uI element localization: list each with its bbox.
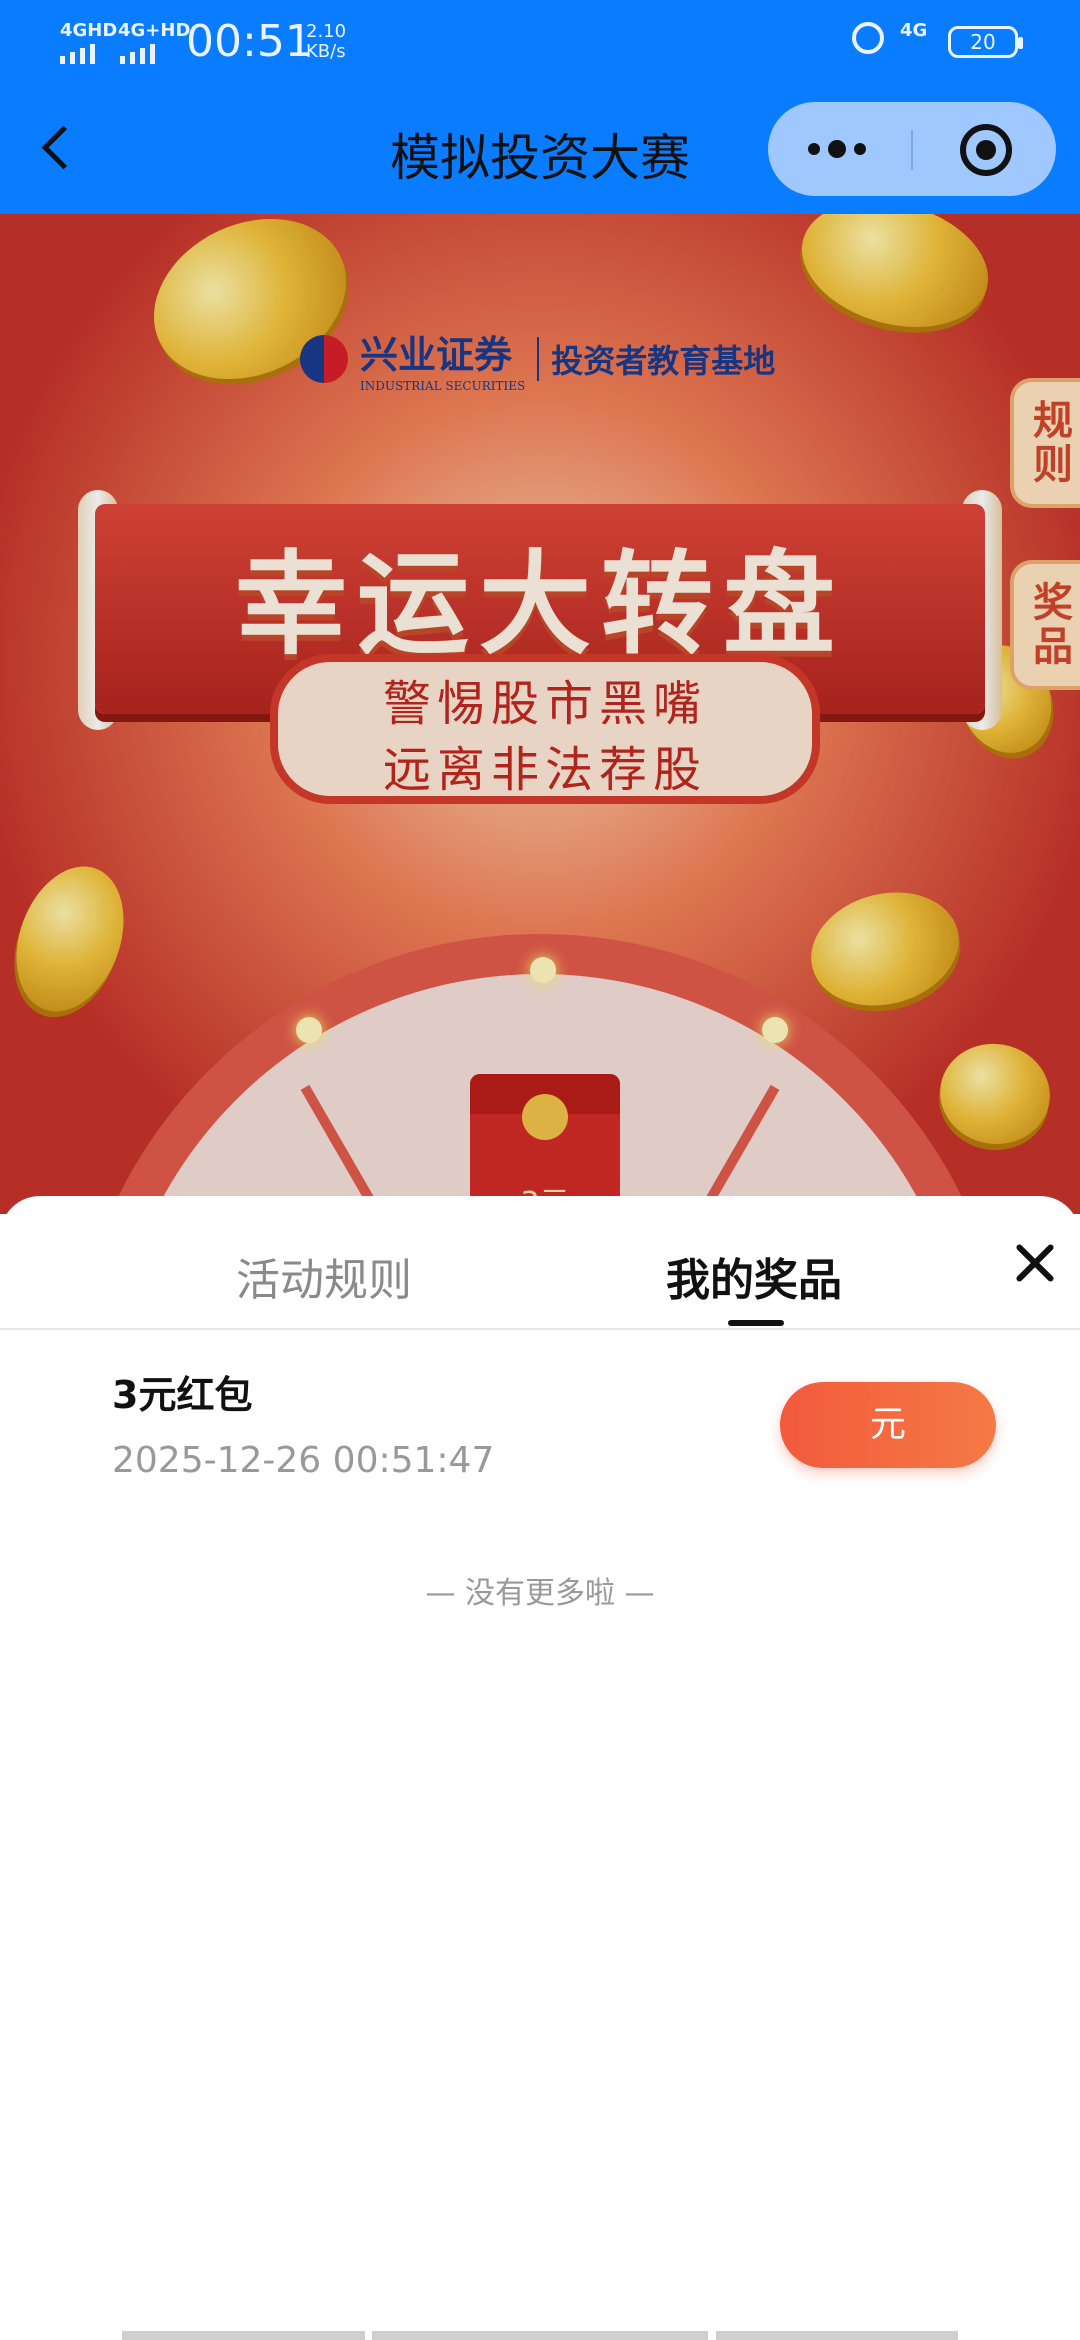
prize-action-button[interactable]: 元: [780, 1382, 996, 1468]
prize-time: 2025-12-26 00:51:47: [112, 1440, 495, 1481]
title-bar: 模拟投资大赛: [0, 84, 1080, 214]
prize-name: 3元红包: [112, 1373, 253, 1417]
bottom-scroll-indicator: [372, 2331, 708, 2340]
bottom-scroll-indicator: [716, 2331, 958, 2340]
tab-my-prizes[interactable]: 我的奖品: [666, 1244, 842, 1308]
network-speed: 2.10 KB/s: [306, 22, 346, 62]
close-icon[interactable]: [1012, 1240, 1058, 1286]
modal-overlay[interactable]: [0, 214, 1080, 1214]
active-tab-indicator: [728, 1320, 784, 1326]
no-more-label: — 没有更多啦 —: [425, 1576, 655, 1611]
miniapp-capsule: [768, 102, 1056, 196]
more-dots-icon[interactable]: [808, 140, 866, 158]
lucky-wheel-banner: 兴业证券 INDUSTRIAL SECURITIES 投资者教育基地 幸运大转盘…: [0, 214, 1080, 1214]
status-bar: 4GHD 4G+HD 00:51 2.10 KB/s 4G 20: [0, 0, 1080, 84]
signal-bars-2-icon: [120, 44, 155, 64]
tab-rules[interactable]: 活动规则: [236, 1244, 412, 1308]
status-time: 00:51: [186, 16, 313, 67]
signal-label-2: 4G+HD: [118, 20, 191, 41]
bottom-scroll-indicator: [122, 2331, 365, 2340]
tab-divider: [0, 1328, 1080, 1330]
network-speed-unit: KB/s: [306, 41, 346, 62]
battery-icon: 20: [948, 26, 1023, 58]
battery-level: 20: [970, 30, 996, 54]
signal-bars-1-icon: [60, 44, 95, 64]
alarm-icon: [852, 22, 884, 54]
capsule-divider: [911, 130, 913, 170]
signal-label-1: 4GHD: [60, 20, 118, 41]
network-type: 4G: [900, 20, 928, 41]
target-close-icon[interactable]: [960, 124, 1012, 176]
network-speed-value: 2.10: [306, 21, 347, 42]
prize-sheet: 活动规则 我的奖品 3元红包 2025-12-26 00:51:47 元 — 没…: [0, 1196, 1080, 2340]
